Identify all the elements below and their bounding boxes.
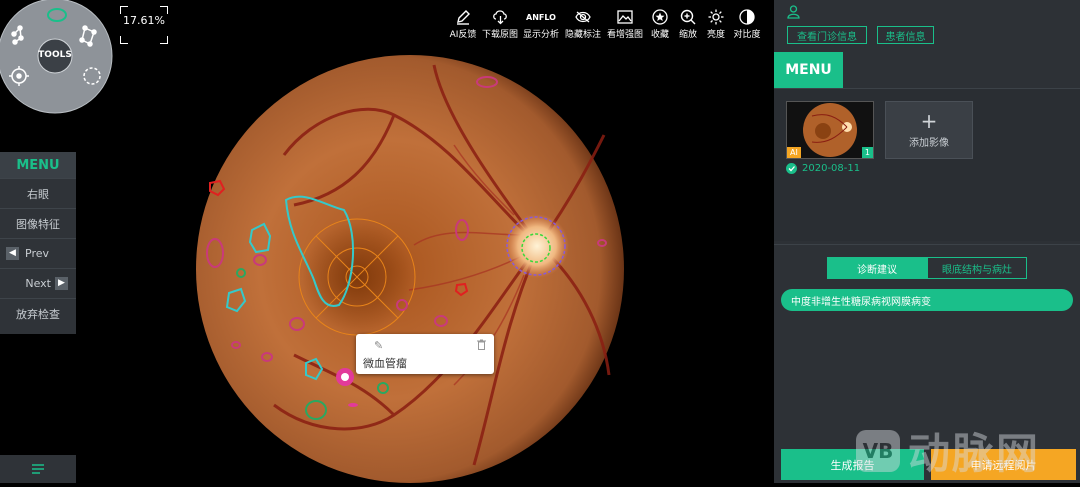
zoom-in-icon bbox=[680, 9, 696, 25]
ai-feedback-button[interactable]: AI反馈 bbox=[446, 8, 480, 44]
next-button[interactable]: Next ▶ bbox=[0, 268, 76, 298]
plus-icon: + bbox=[920, 108, 938, 133]
left-menu-title: MENU bbox=[0, 152, 76, 178]
menu-item-right-eye[interactable]: 右眼 bbox=[0, 178, 76, 208]
zoom-button[interactable]: 缩放 bbox=[674, 8, 702, 44]
fundus-thumbnail[interactable]: AI 1 bbox=[786, 101, 874, 159]
patient-info-button[interactable]: 患者信息 bbox=[877, 26, 934, 44]
zoom-value: 17.61% bbox=[123, 13, 165, 27]
trash-icon[interactable] bbox=[477, 339, 486, 353]
image-icon bbox=[617, 10, 633, 24]
check-circle-icon bbox=[786, 163, 797, 174]
diagnosis-area: 诊断建议 眼底结构与病灶 中度非增生性糖尿病视网膜病变 bbox=[774, 244, 1080, 445]
list-icon bbox=[32, 464, 44, 474]
chevron-left-icon: ◀ bbox=[6, 247, 19, 260]
list-toggle-button[interactable] bbox=[0, 455, 76, 483]
tools-wheel[interactable]: TOOLS bbox=[0, 0, 116, 114]
popup-lesion-label: 微血管瘤 bbox=[363, 357, 407, 370]
contrast-button[interactable]: 对比度 bbox=[730, 8, 764, 44]
hide-annotations-button[interactable]: 隐藏标注 bbox=[562, 8, 604, 44]
pencil-icon bbox=[457, 10, 470, 25]
toolbar-label: 看增强图 bbox=[606, 30, 643, 40]
brightness-button[interactable]: 亮度 bbox=[702, 8, 730, 44]
toolbar-label: 缩放 bbox=[678, 30, 697, 40]
right-menu-title: MENU bbox=[774, 52, 843, 88]
microaneurysm-selected-marker bbox=[336, 368, 354, 386]
watermark-text: 动脉网 bbox=[908, 429, 1041, 478]
star-icon bbox=[652, 9, 668, 25]
anflo-logo-icon: ANFLO bbox=[526, 12, 556, 22]
tab-fundus-structure[interactable]: 眼底结构与病灶 bbox=[927, 257, 1027, 279]
enhanced-image-button[interactable]: 看增强图 bbox=[604, 8, 646, 44]
show-analysis-button[interactable]: ANFLO 显示分析 bbox=[520, 8, 562, 44]
prev-label: Prev bbox=[25, 247, 49, 260]
cloud-download-icon bbox=[492, 10, 507, 25]
user-icon bbox=[787, 5, 800, 19]
ai-badge: AI bbox=[787, 147, 801, 158]
fundus-image[interactable] bbox=[194, 55, 632, 483]
lesion-popup: ✎ 微血管瘤 bbox=[356, 334, 494, 374]
brightness-icon bbox=[708, 9, 724, 25]
toolbar-label: 亮度 bbox=[706, 30, 725, 40]
zoom-readout: 17.61% bbox=[120, 6, 168, 44]
toolbar-label: AI反馈 bbox=[449, 30, 477, 40]
diagnosis-result: 中度非增生性糖尿病视网膜病变 bbox=[781, 289, 1073, 311]
edit-icon[interactable]: ✎ bbox=[374, 339, 383, 352]
toolbar-label: 显示分析 bbox=[522, 30, 559, 40]
prev-button[interactable]: ◀ Prev bbox=[0, 238, 76, 268]
toolbar-label: 下载原图 bbox=[481, 30, 518, 40]
toolbar: AI反馈 下载原图 ANFLO 显示分析 隐藏标注 看增强图 收藏 缩放 亮度 … bbox=[446, 8, 764, 44]
contrast-icon bbox=[739, 9, 755, 25]
favorite-button[interactable]: 收藏 bbox=[646, 8, 674, 44]
toolbar-label: 对比度 bbox=[733, 30, 761, 40]
right-panel: 查看门诊信息 患者信息 MENU AI 1 + 添加影像 2020-08-11 … bbox=[774, 0, 1080, 483]
date-label: 2020-08-11 bbox=[802, 163, 861, 174]
watermark: VB 动脉网 bbox=[856, 420, 1040, 481]
image-date: 2020-08-11 bbox=[786, 163, 860, 174]
chevron-right-icon: ▶ bbox=[55, 277, 68, 290]
add-image-label: 添加影像 bbox=[909, 137, 949, 149]
eye-icon bbox=[575, 11, 591, 23]
tools-label: TOOLS bbox=[38, 50, 72, 60]
toolbar-label: 隐藏标注 bbox=[564, 30, 601, 40]
menu-item-image-features[interactable]: 图像特征 bbox=[0, 208, 76, 238]
image-count-badge: 1 bbox=[861, 147, 873, 158]
images-area: AI 1 + 添加影像 2020-08-11 bbox=[774, 88, 1080, 241]
download-original-button[interactable]: 下载原图 bbox=[480, 8, 520, 44]
next-label: Next bbox=[25, 277, 51, 290]
vb-logo-icon: VB bbox=[856, 429, 900, 472]
add-image-button[interactable]: + 添加影像 bbox=[885, 101, 973, 159]
left-menu: MENU 右眼 图像特征 ◀ Prev Next ▶ 放弃检查 bbox=[0, 152, 76, 334]
tab-diagnosis-suggestion[interactable]: 诊断建议 bbox=[827, 257, 927, 279]
abandon-check-button[interactable]: 放弃检查 bbox=[0, 298, 76, 328]
toolbar-label: 收藏 bbox=[650, 30, 669, 40]
view-visit-info-button[interactable]: 查看门诊信息 bbox=[787, 26, 867, 44]
